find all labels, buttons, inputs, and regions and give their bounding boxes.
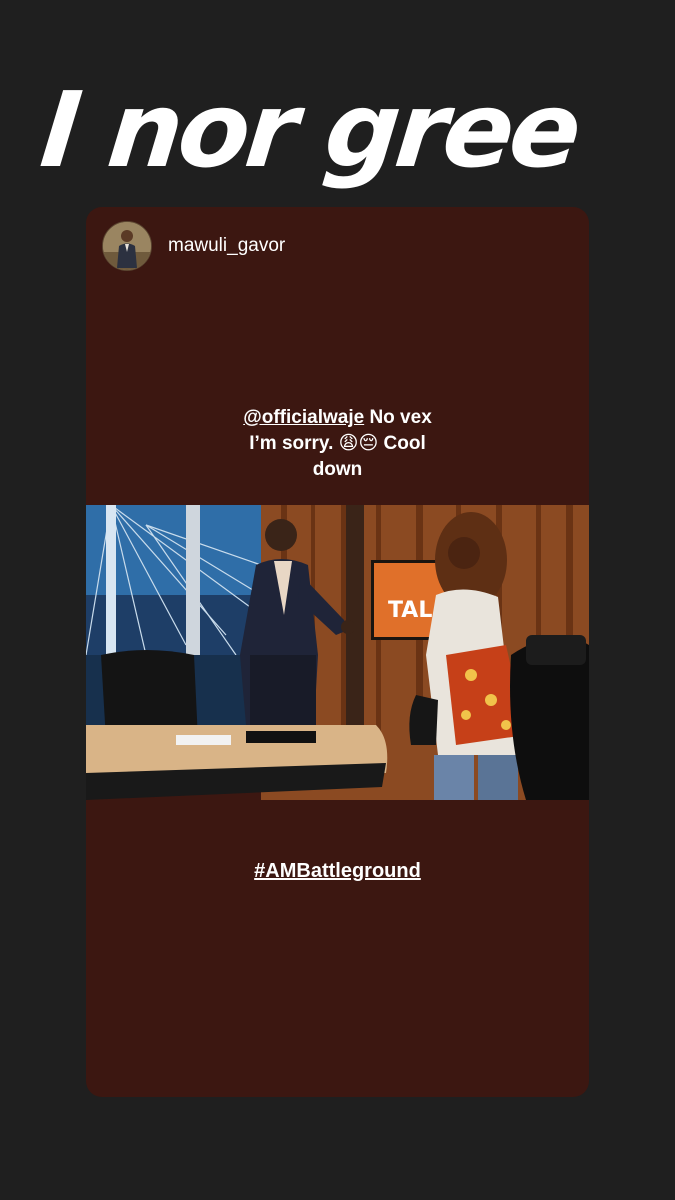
- story-overlay-text: I nor gree: [35, 69, 584, 191]
- caption-line3: down: [312, 459, 363, 480]
- tv-sign-text: TAL: [388, 598, 432, 623]
- caption-line2: I’m sorry. 😩😔 Cool: [249, 433, 426, 454]
- post-caption: @officialwaje No vex I’m sorry. 😩😔 Cool …: [86, 405, 589, 483]
- username[interactable]: mawuli_gavor: [168, 235, 285, 257]
- post-photo[interactable]: TAL: [86, 504, 589, 800]
- mention-link[interactable]: @officialwaje: [243, 407, 364, 428]
- avatar[interactable]: [102, 221, 152, 271]
- post-header[interactable]: mawuli_gavor: [102, 221, 285, 271]
- shared-post-card[interactable]: mawuli_gavor @officialwaje No vex I’m so…: [86, 207, 589, 1097]
- hashtag-link[interactable]: #AMBattleground: [86, 860, 589, 883]
- caption-line1-text: No vex: [364, 407, 432, 428]
